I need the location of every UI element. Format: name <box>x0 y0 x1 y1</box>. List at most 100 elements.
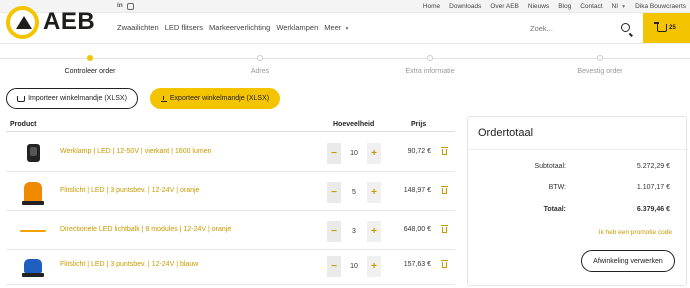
product-table-header: Product Hoeveelheid Prijs <box>6 120 455 132</box>
nav-item-led-flashers[interactable]: LED flitsers <box>165 23 203 32</box>
increase-qty-button[interactable]: + <box>367 181 381 203</box>
logo-text: AEB <box>43 8 96 35</box>
promo-code-link[interactable]: Ik heb een promotie code <box>599 229 672 236</box>
total-label: Totaal: <box>543 206 566 213</box>
checkout-button-label: Afwinkeling verwerken <box>593 257 663 265</box>
toplink-about[interactable]: Over AEB <box>490 3 519 10</box>
toplink-home[interactable]: Home <box>423 3 440 10</box>
quantity-input[interactable]: 10 <box>341 150 367 157</box>
checkout-button[interactable]: Afwinkeling verwerken <box>581 250 675 272</box>
download-icon <box>160 95 167 102</box>
search-input[interactable] <box>530 17 610 39</box>
product-image[interactable] <box>18 252 48 280</box>
order-total-title: Ordertotaal <box>478 127 534 139</box>
subtotal-label: Subtotaal: <box>534 163 566 170</box>
step-dot-confirm <box>597 55 603 61</box>
increase-qty-button[interactable]: + <box>367 142 381 164</box>
import-cart-label: Importeer winkelmandje (XLSX) <box>28 95 127 102</box>
top-links: Home Downloads Over AEB Nieuws Blog Cont… <box>423 0 686 13</box>
export-cart-button[interactable]: Exporteer winkelmandje (XLSX) <box>150 88 280 109</box>
trash-icon[interactable] <box>441 147 448 155</box>
product-link[interactable]: Werklamp | LED | 12-50V | vierkant | 160… <box>60 148 212 155</box>
col-header-product: Product <box>10 121 37 128</box>
subtotal-value: 5.272,29 € <box>636 163 670 170</box>
product-image[interactable] <box>18 178 48 206</box>
row-price: 90,72 € <box>407 148 431 155</box>
row-price: 648,00 € <box>403 226 431 233</box>
cart-button[interactable]: 25 <box>643 13 690 43</box>
cart-icon <box>654 22 668 32</box>
quantity-stepper: − 3 + <box>327 220 381 242</box>
worklamp-image <box>26 144 40 162</box>
step-dot-review <box>87 55 93 61</box>
decrease-qty-button[interactable]: − <box>327 255 341 277</box>
lightbar-image <box>20 230 46 232</box>
row-price: 148,97 € <box>403 187 431 194</box>
logo-mark-icon <box>6 5 39 39</box>
nav-divider <box>0 43 690 44</box>
stepper-line <box>0 58 690 59</box>
row-price: 157,63 € <box>403 261 431 268</box>
toplink-news[interactable]: Nieuws <box>528 3 549 10</box>
quantity-input[interactable]: 10 <box>341 263 367 270</box>
chevron-down-icon: ▼ <box>621 3 627 10</box>
product-link[interactable]: Directionele LED lichtbalk | 8 modules |… <box>60 226 231 233</box>
search-box <box>530 17 636 39</box>
linkedin-icon[interactable]: in <box>117 2 123 9</box>
product-image[interactable] <box>18 139 48 167</box>
increase-qty-button[interactable]: + <box>367 255 381 277</box>
product-link[interactable]: Flitslicht | LED | 3 puntsbev. | 12-24V … <box>60 187 199 194</box>
decrease-qty-button[interactable]: − <box>327 142 341 164</box>
brand-logo[interactable]: AEB <box>6 4 104 40</box>
step-label-extra-info[interactable]: Extra informatie <box>370 68 490 75</box>
order-total-card: Ordertotaal Subtotaal: 5.272,29 € BTW: 1… <box>467 116 688 286</box>
step-dot-address <box>257 55 263 61</box>
table-row: Flitslicht | LED | 3 puntsbev. | 12-24V … <box>6 173 455 211</box>
cart-icon <box>17 95 26 102</box>
divider <box>468 149 688 150</box>
quantity-stepper: − 10 + <box>327 255 381 277</box>
toplink-blog[interactable]: Blog <box>558 3 571 10</box>
table-row: Directionele LED lichtbalk | 8 modules |… <box>6 212 455 250</box>
language-selector[interactable]: NI <box>612 3 619 10</box>
quantity-input[interactable]: 5 <box>341 189 367 196</box>
decrease-qty-button[interactable]: − <box>327 220 341 242</box>
vat-value: 1.107,17 € <box>636 184 670 191</box>
beacon-blue-image <box>22 259 44 277</box>
nav-item-marker-lights[interactable]: Markeerverlichting <box>209 23 270 32</box>
total-value: 6.379,46 € <box>636 206 670 213</box>
search-icon[interactable] <box>621 23 630 32</box>
col-header-price: Prijs <box>411 121 427 128</box>
toplink-downloads[interactable]: Downloads <box>449 3 481 10</box>
beacon-orange-image <box>22 182 44 205</box>
cart-count-badge: 25 <box>669 25 676 31</box>
col-header-quantity: Hoeveelheid <box>333 121 375 128</box>
nav-item-worklamps[interactable]: Werklampen <box>276 23 318 32</box>
quantity-stepper: − 5 + <box>327 181 381 203</box>
trash-icon[interactable] <box>441 186 448 194</box>
increase-qty-button[interactable]: + <box>367 220 381 242</box>
trash-icon[interactable] <box>441 260 448 268</box>
import-cart-button[interactable]: Importeer winkelmandje (XLSX) <box>6 88 138 109</box>
step-label-address[interactable]: Adres <box>200 68 320 75</box>
decrease-qty-button[interactable]: − <box>327 181 341 203</box>
instagram-icon[interactable] <box>127 3 134 10</box>
nav-item-beacons[interactable]: Zwaailichten <box>117 23 159 32</box>
main-nav: Zwaailichten LED flitsers Markeerverlich… <box>117 23 349 32</box>
quantity-stepper: − 10 + <box>327 142 381 164</box>
table-row: Werklamp | LED | 12-50V | vierkant | 160… <box>6 134 455 172</box>
quantity-input[interactable]: 3 <box>341 228 367 235</box>
export-cart-label: Exporteer winkelmandje (XLSX) <box>169 95 270 102</box>
nav-item-more[interactable]: Meer ▼ <box>324 23 349 32</box>
product-image[interactable] <box>18 217 48 245</box>
vat-label: BTW: <box>548 184 566 191</box>
account-link[interactable]: Dika Bouwcraerts <box>635 3 686 10</box>
table-row: Flitslicht | LED | 3 puntsbev. | 12-24V … <box>6 247 455 285</box>
toplink-contact[interactable]: Contact <box>580 3 602 10</box>
step-label-review[interactable]: Controleer order <box>30 68 150 75</box>
product-link[interactable]: Flitslicht | LED | 3 puntsbev. | 12-24V … <box>60 261 198 268</box>
step-label-confirm[interactable]: Bevestig order <box>540 68 660 75</box>
trash-icon[interactable] <box>441 225 448 233</box>
chevron-down-icon: ▼ <box>344 26 350 32</box>
nav-more-label: Meer <box>324 23 342 32</box>
